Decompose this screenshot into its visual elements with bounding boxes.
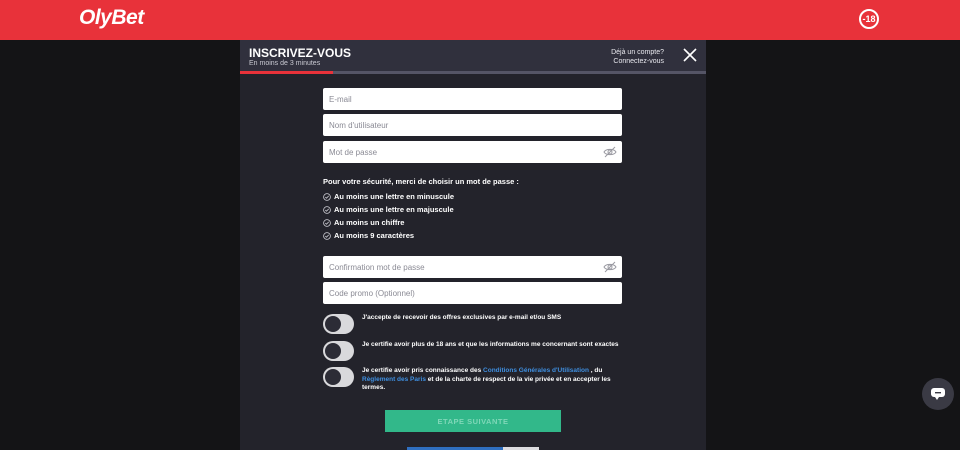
offers-consent-text: J'accepte de recevoir des offres exclusi… (362, 314, 562, 321)
check-circle-icon (323, 231, 331, 240)
top-bar: OlyBet -18 (0, 0, 960, 40)
password-rule: Au moins un chiffre (323, 218, 404, 227)
toggle-knob (325, 369, 341, 385)
promo-code-placeholder: Code promo (Optionnel) (329, 288, 415, 298)
username-placeholder: Nom d'utilisateur (329, 120, 389, 130)
modal-header: INSCRIVEZ-VOUS En moins de 3 minutes Déj… (240, 40, 706, 74)
password-rule-text: Au moins une lettre en minuscule (334, 192, 455, 201)
age-restriction-badge: -18 (859, 9, 879, 29)
eye-off-icon[interactable] (603, 260, 617, 274)
olybet-logo[interactable]: OlyBet (79, 6, 144, 30)
modal-title: INSCRIVEZ-VOUS (249, 46, 352, 60)
chat-button[interactable] (922, 378, 954, 410)
registration-progress-bar (240, 71, 706, 74)
account-question: Déjà un compte? (611, 49, 664, 56)
check-circle-icon (323, 192, 331, 201)
offers-consent-toggle[interactable] (323, 314, 354, 334)
promo-code-input[interactable]: Code promo (Optionnel) (323, 282, 622, 304)
password-rule: Au moins une lettre en minuscule (323, 192, 454, 201)
check-circle-icon (323, 205, 331, 214)
age-consent-toggle[interactable] (323, 341, 354, 361)
next-step-button[interactable]: ETAPE SUIVANTE (385, 410, 561, 432)
terms-of-use-link[interactable]: Conditions Générales d'Utilisation (483, 367, 589, 374)
email-placeholder: E-mail (329, 94, 352, 104)
password-placeholder: Mot de passe (329, 147, 378, 157)
close-icon[interactable] (682, 47, 698, 63)
chat-icon (931, 388, 945, 400)
modal-subtitle: En moins de 3 minutes (249, 60, 321, 67)
eye-off-icon[interactable] (603, 145, 617, 159)
check-circle-icon (323, 218, 331, 227)
login-prompt[interactable]: Déjà un compte? Connectez-vous (611, 48, 664, 66)
progress-fill (240, 71, 334, 74)
username-input[interactable]: Nom d'utilisateur (323, 114, 622, 136)
password-rule-text: Au moins un chiffre (334, 218, 405, 227)
terms-consent-text: Je certifie avoir pris connaissance des … (362, 367, 624, 393)
password-rule: Au moins 9 caractères (323, 231, 414, 240)
password-rules-title: Pour votre sécurité, merci de choisir un… (323, 177, 519, 186)
password-input[interactable]: Mot de passe (323, 141, 622, 163)
terms-consent-toggle[interactable] (323, 367, 354, 387)
betting-rules-link[interactable]: Règlement des Paris (362, 376, 426, 383)
toggle-knob (325, 343, 341, 359)
age-consent-text: Je certifie avoir plus de 18 ans et que … (362, 341, 619, 348)
email-input[interactable]: E-mail (323, 88, 622, 110)
terms-text-part2: , du (588, 367, 603, 374)
registration-modal: INSCRIVEZ-VOUS En moins de 3 minutes Déj… (240, 40, 706, 450)
confirm-password-input[interactable]: Confirmation mot de passe (323, 256, 622, 278)
password-rule: Au moins une lettre en majuscule (323, 205, 454, 214)
login-link[interactable]: Connectez-vous (611, 57, 664, 66)
terms-text-part1: Je certifie avoir pris connaissance des (362, 367, 484, 374)
password-rule-text: Au moins 9 caractères (334, 231, 415, 240)
confirm-password-placeholder: Confirmation mot de passe (329, 262, 425, 272)
password-rule-text: Au moins une lettre en majuscule (334, 205, 454, 214)
toggle-knob (325, 316, 341, 332)
